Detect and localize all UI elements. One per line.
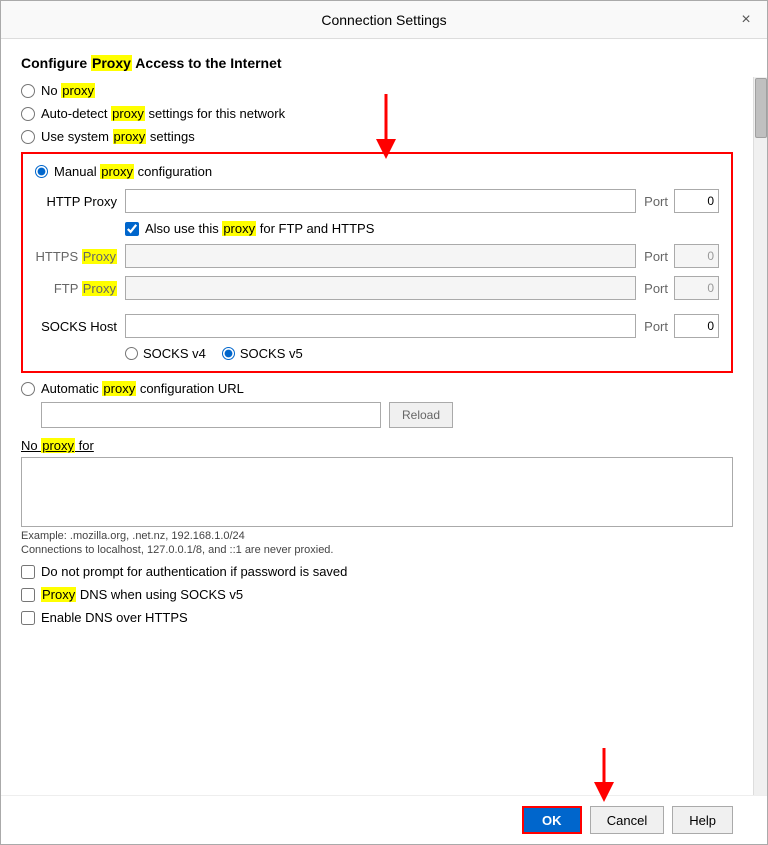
socks-port-label: Port <box>644 319 668 334</box>
manual-proxy-section: Manual proxy configuration HTTP Proxy Po… <box>21 152 733 373</box>
socks-v4-radio[interactable] <box>125 347 138 360</box>
socks-host-row: SOCKS Host Port <box>35 314 719 338</box>
ftp-port-label: Port <box>644 281 668 296</box>
socks-v4-label: SOCKS v4 <box>143 346 206 361</box>
ok-button[interactable]: OK <box>522 806 582 834</box>
https-proxy-row: HTTPS Proxy Port <box>35 244 719 268</box>
radio-no-proxy[interactable]: No proxy <box>21 83 733 98</box>
proxy-dns-option[interactable]: Proxy DNS when using SOCKS v5 <box>21 587 733 602</box>
scrollbar-track[interactable] <box>753 77 767 795</box>
socks-version-row: SOCKS v4 SOCKS v5 <box>125 346 719 361</box>
help-button[interactable]: Help <box>672 806 733 834</box>
ftp-port-input[interactable] <box>674 276 719 300</box>
scrollbar-thumb[interactable] <box>755 78 767 138</box>
socks-host-input[interactable] <box>125 314 636 338</box>
https-port-label: Port <box>644 249 668 264</box>
ftp-proxy-row: FTP Proxy Port <box>35 276 719 300</box>
http-proxy-input[interactable] <box>125 189 636 213</box>
footer: OK Cancel Help <box>1 795 767 844</box>
radio-manual-proxy[interactable] <box>35 165 48 178</box>
no-proxy-hint1: Example: .mozilla.org, .net.nz, 192.168.… <box>21 530 733 542</box>
dialog: Connection Settings × Configure Proxy Ac… <box>0 0 768 845</box>
radio-system-proxy[interactable]: Use system proxy settings <box>21 129 733 144</box>
dialog-title: Connection Settings <box>321 12 446 28</box>
http-proxy-label: HTTP Proxy <box>35 194 125 209</box>
also-use-row: Also use this proxy for FTP and HTTPS <box>125 221 719 236</box>
proxy-mode-group: No proxy Auto-detect proxy settings for … <box>21 83 733 144</box>
proxy-dns-checkbox[interactable] <box>21 588 35 602</box>
manual-proxy-header: Manual proxy configuration <box>35 164 719 179</box>
https-proxy-input[interactable] <box>125 244 636 268</box>
title-bar: Connection Settings × <box>1 1 767 39</box>
socks-v4-option[interactable]: SOCKS v4 <box>125 346 206 361</box>
checkboxes-section: Do not prompt for authentication if pass… <box>21 564 733 625</box>
no-auth-prompt-option[interactable]: Do not prompt for authentication if pass… <box>21 564 733 579</box>
auto-proxy-section: Automatic proxy configuration URL Reload <box>21 381 733 428</box>
no-auth-prompt-label: Do not prompt for authentication if pass… <box>41 564 347 579</box>
no-proxy-hint2: Connections to localhost, 127.0.0.1/8, a… <box>21 544 733 556</box>
cancel-button[interactable]: Cancel <box>590 806 664 834</box>
ftp-proxy-input[interactable] <box>125 276 636 300</box>
socks-host-label: SOCKS Host <box>35 319 125 334</box>
no-proxy-textarea[interactable] <box>21 457 733 527</box>
no-auth-prompt-checkbox[interactable] <box>21 565 35 579</box>
ftp-proxy-label: FTP Proxy <box>35 281 125 296</box>
socks-v5-label: SOCKS v5 <box>240 346 303 361</box>
dns-https-option[interactable]: Enable DNS over HTTPS <box>21 610 733 625</box>
socks-v5-radio[interactable] <box>222 347 235 360</box>
main-content: Configure Proxy Access to the Internet N… <box>1 39 767 635</box>
auto-proxy-url-input[interactable] <box>41 402 381 428</box>
close-button[interactable]: × <box>735 9 757 31</box>
http-port-label: Port <box>644 194 668 209</box>
https-proxy-label: HTTPS Proxy <box>35 249 125 264</box>
no-proxy-title: No proxy for <box>21 438 733 453</box>
dns-https-checkbox[interactable] <box>21 611 35 625</box>
https-port-input[interactable] <box>674 244 719 268</box>
http-port-input[interactable] <box>674 189 719 213</box>
socks-port-input[interactable] <box>674 314 719 338</box>
no-proxy-section: No proxy for Example: .mozilla.org, .net… <box>21 438 733 556</box>
http-proxy-row: HTTP Proxy Port <box>35 189 719 213</box>
socks-v5-option[interactable]: SOCKS v5 <box>222 346 303 361</box>
auto-proxy-input-row: Reload <box>41 402 733 428</box>
reload-button[interactable]: Reload <box>389 402 453 428</box>
also-use-checkbox[interactable] <box>125 222 139 236</box>
section-heading: Configure Proxy Access to the Internet <box>21 55 733 71</box>
dns-https-label: Enable DNS over HTTPS <box>41 610 188 625</box>
radio-auto-proxy[interactable]: Automatic proxy configuration URL <box>21 381 733 396</box>
radio-auto-detect[interactable]: Auto-detect proxy settings for this netw… <box>21 106 733 121</box>
